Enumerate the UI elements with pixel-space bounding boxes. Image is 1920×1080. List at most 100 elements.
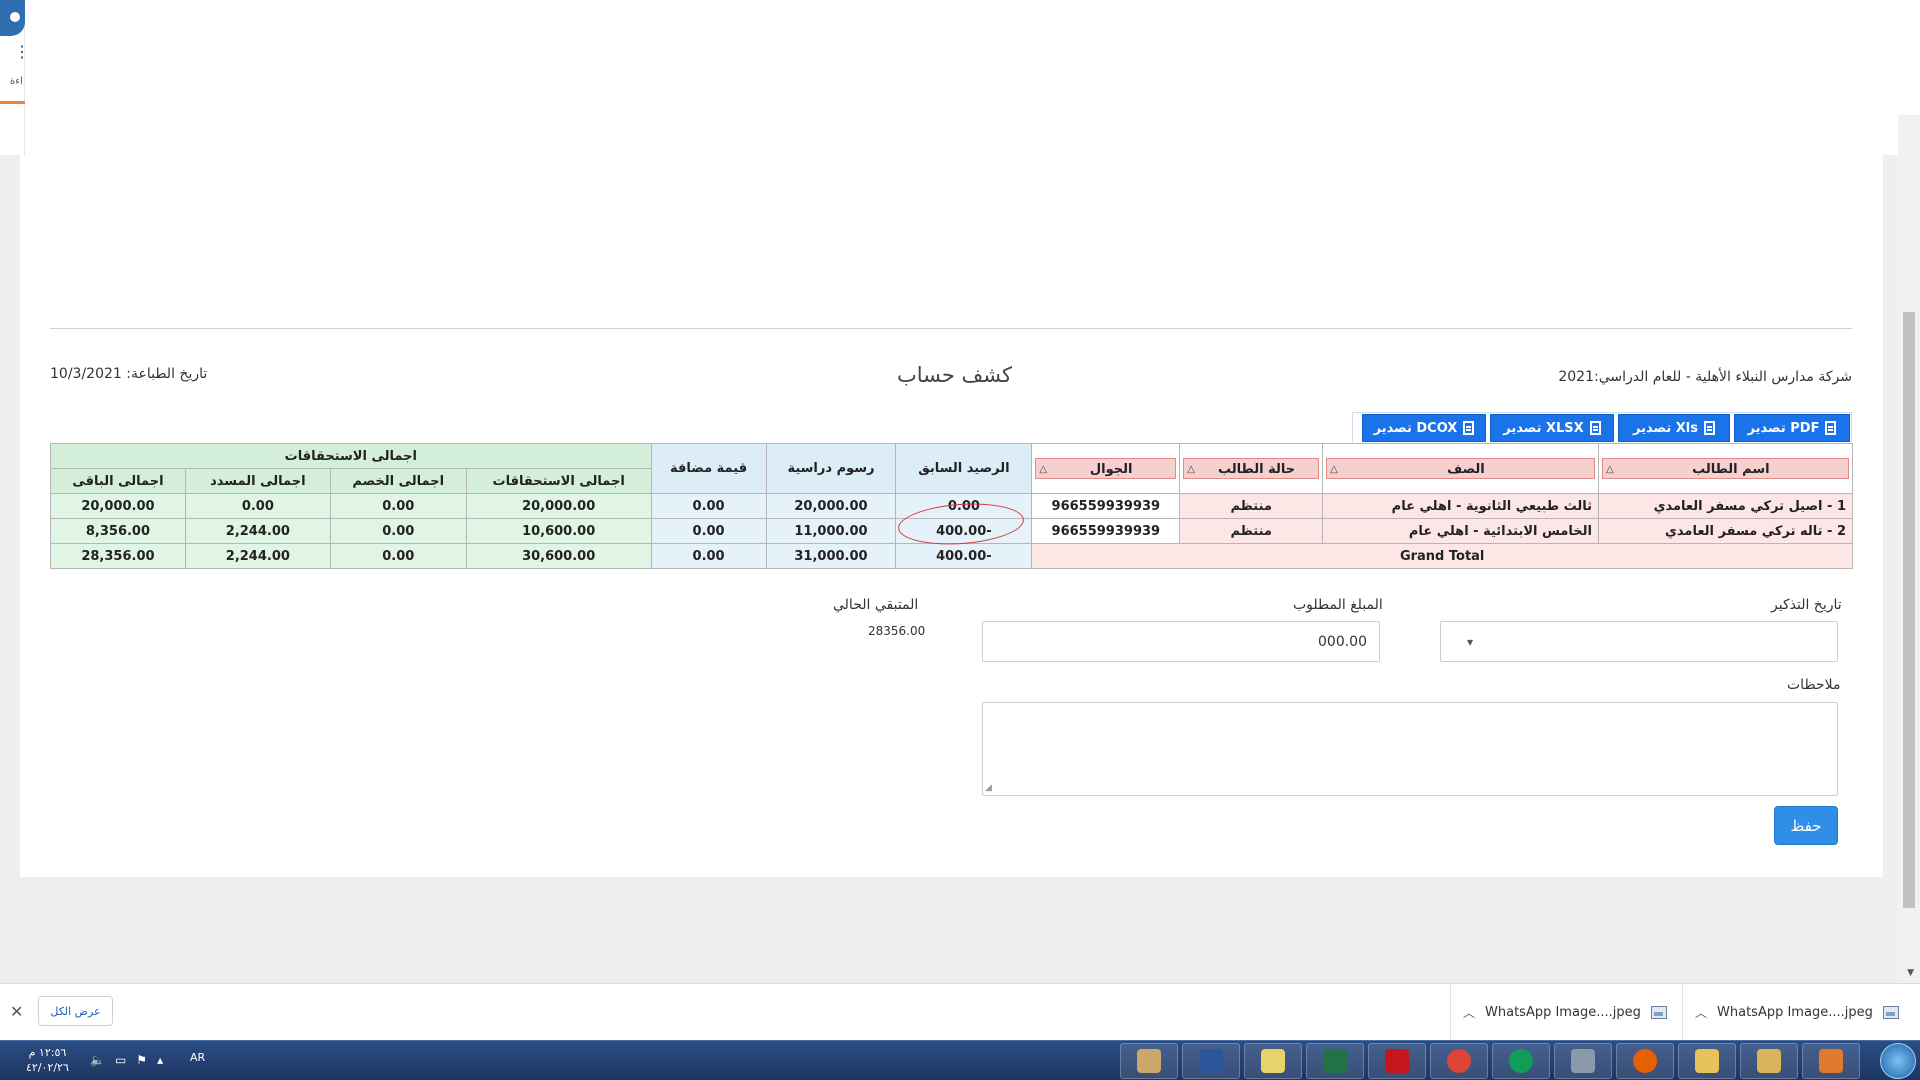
app-logo-icon[interactable]	[0, 0, 25, 36]
sort-icon[interactable]: △	[1330, 459, 1338, 480]
col-tuition[interactable]: رسوم دراسية	[765, 443, 897, 494]
word-app-icon[interactable]	[1182, 1043, 1240, 1079]
notes-textarea[interactable]: ◢	[982, 702, 1838, 796]
cell-total-remaining: 8,356.00	[50, 518, 186, 544]
sort-icon[interactable]: △	[1039, 459, 1047, 480]
show-all-button[interactable]: عرض الكل	[38, 996, 113, 1026]
close-icon[interactable]: ✕	[10, 1002, 23, 1021]
cell-total-dues: 20,000.00	[465, 493, 652, 519]
cell-status: منتظم	[1179, 518, 1324, 544]
col-status[interactable]: △ حالة الطالب	[1179, 443, 1324, 494]
taskbar: ١٢:٥٦ م ٤٢/٠٢/٢٦ 🔈 ▭ ⚑ ▴ AR	[0, 1040, 1920, 1080]
chrome-app-icon[interactable]	[1430, 1043, 1488, 1079]
sort-icon[interactable]: △	[1187, 459, 1195, 480]
col-grade-label: الصف	[1447, 462, 1485, 477]
explorer-app-icon[interactable]	[1740, 1043, 1798, 1079]
chevron-up-icon[interactable]: ︿	[1695, 1004, 1707, 1021]
chrome-app-icon[interactable]	[1492, 1043, 1550, 1079]
cell-total-discount: 0.00	[329, 518, 467, 544]
current-remaining-label: المتبقي الحالي	[833, 597, 919, 613]
sort-icon[interactable]: △	[1606, 459, 1614, 480]
export-xlsx-button[interactable]: تصدير XLSX	[1490, 414, 1614, 442]
table-row[interactable]: 20,000.00 0.00 0.00 20,000.00 0.00 20,00…	[50, 493, 1853, 519]
col-total-discount[interactable]: اجمالى الخصم	[329, 468, 467, 494]
export-xls-button[interactable]: تصدير Xls	[1618, 414, 1730, 442]
export-dcox-button[interactable]: تصدير DCOX	[1362, 414, 1486, 442]
show-hidden-icons-icon[interactable]: ▴	[157, 1053, 163, 1067]
notes-label: ملاحظات	[1787, 677, 1841, 693]
col-student-name[interactable]: △ اسم الطالب	[1598, 443, 1853, 494]
chevron-up-icon[interactable]: ︿	[1463, 1004, 1475, 1021]
action-center-icon[interactable]: ⚑	[136, 1053, 147, 1067]
required-amount-input[interactable]: 000.00	[982, 621, 1380, 662]
download-filename: WhatsApp Image....jpeg	[1485, 1005, 1641, 1020]
more-menu-icon[interactable]: ⋮	[14, 44, 30, 60]
cell-total-paid: 0.00	[184, 493, 331, 519]
total-paid-sum: 2,244.00	[184, 543, 331, 569]
col-status-label: حالة الطالب	[1218, 462, 1296, 477]
col-added-value[interactable]: قيمة مضافة	[650, 443, 767, 494]
reminder-date-label: تاريخ التذكير	[1771, 597, 1842, 613]
export-label: تصدير XLSX	[1503, 420, 1584, 436]
media-player-app-icon[interactable]	[1802, 1043, 1860, 1079]
col-prev-balance[interactable]: الرصيد السابق	[895, 443, 1033, 494]
scroll-down-arrow-icon[interactable]: ▼	[1907, 968, 1914, 978]
download-filename: WhatsApp Image....jpeg	[1717, 1005, 1873, 1020]
scanner-app-icon[interactable]	[1554, 1043, 1612, 1079]
col-total-paid[interactable]: اجمالى المسدد	[184, 468, 331, 494]
required-amount-label: المبلغ المطلوب	[1293, 597, 1383, 613]
grand-total-row: 28,356.00 2,244.00 0.00 30,600.00 0.00 3…	[50, 543, 1853, 569]
image-file-icon	[1650, 1006, 1667, 1019]
acrobat-app-icon[interactable]	[1368, 1043, 1426, 1079]
system-tray: 🔈 ▭ ⚑ ▴	[90, 1053, 163, 1067]
current-remaining-value: 28356.00	[868, 624, 926, 638]
document-icon	[1463, 421, 1475, 435]
prev-balance-sum: -400.00	[895, 543, 1033, 569]
start-button[interactable]	[1880, 1043, 1916, 1079]
volume-icon[interactable]: 🔈	[90, 1053, 105, 1067]
export-pdf-button[interactable]: تصدير PDF	[1734, 414, 1850, 442]
paint-app-icon[interactable]	[1120, 1043, 1178, 1079]
clock-time: ١٢:٥٦ م	[28, 1046, 67, 1059]
cell-student-name: 1 - اصيل تركي مسفر العامدي	[1598, 493, 1853, 519]
export-toolbar: تصدير PDF تصدير Xls تصدير XLSX تصدير DCO…	[1352, 412, 1852, 444]
table-row[interactable]: 8,356.00 2,244.00 0.00 10,600.00 0.00 11…	[50, 518, 1853, 544]
network-icon[interactable]: ▭	[115, 1053, 126, 1067]
download-item[interactable]: ︿ WhatsApp Image....jpeg	[1682, 984, 1914, 1041]
document-icon	[1825, 421, 1837, 435]
firefox-app-icon[interactable]	[1616, 1043, 1674, 1079]
taskbar-clock[interactable]: ١٢:٥٦ م ٤٢/٠٢/٢٦	[26, 1045, 69, 1075]
cell-total-paid: 2,244.00	[184, 518, 331, 544]
scrollbar-thumb[interactable]	[1903, 312, 1915, 908]
side-tab-label[interactable]: اءة	[10, 76, 23, 87]
required-amount-value: 000.00	[1318, 634, 1367, 650]
grand-total-label: Grand Total	[1031, 543, 1853, 569]
col-grade[interactable]: △ الصف	[1322, 443, 1599, 494]
cell-total-remaining: 20,000.00	[50, 493, 186, 519]
dues-group-header: اجمالى الاستحقاقات	[50, 443, 652, 469]
divider	[50, 328, 1852, 329]
resize-grip-icon[interactable]: ◢	[985, 783, 992, 793]
notes-app-icon[interactable]	[1244, 1043, 1302, 1079]
export-label: تصدير Xls	[1633, 420, 1698, 436]
cell-grade: الخامس الابتدائية - اهلي عام	[1322, 518, 1599, 544]
col-mobile[interactable]: △ الجوال	[1031, 443, 1181, 494]
browser-side-strip: ⋮ اءة	[0, 0, 30, 155]
reminder-date-select[interactable]: ▼	[1440, 621, 1838, 662]
tuition-sum: 31,000.00	[765, 543, 897, 569]
cell-student-name: 2 - تاله تركي مسفر العامدي	[1598, 518, 1853, 544]
chevron-down-icon: ▼	[1467, 638, 1474, 647]
language-indicator[interactable]: AR	[190, 1051, 205, 1064]
mail-app-icon[interactable]	[1678, 1043, 1736, 1079]
account-statement-table: اجمالى الاستحقاقات قيمة مضافة رسوم دراسي…	[50, 443, 1853, 569]
excel-app-icon[interactable]	[1306, 1043, 1364, 1079]
page-title: كشف حساب	[897, 363, 1013, 387]
col-total-dues[interactable]: اجمالى الاستحقاقات	[465, 468, 652, 494]
save-button[interactable]: حفظ	[1774, 806, 1838, 845]
col-total-remaining[interactable]: اجمالى الباقى	[50, 468, 186, 494]
active-tab-indicator	[0, 101, 25, 104]
total-dues-sum: 30,600.00	[465, 543, 652, 569]
taskbar-apps	[1120, 1043, 1860, 1079]
cell-grade: ثالث طبيعي الثانوية - اهلي عام	[1322, 493, 1599, 519]
download-item[interactable]: ︿ WhatsApp Image....jpeg	[1450, 984, 1682, 1041]
